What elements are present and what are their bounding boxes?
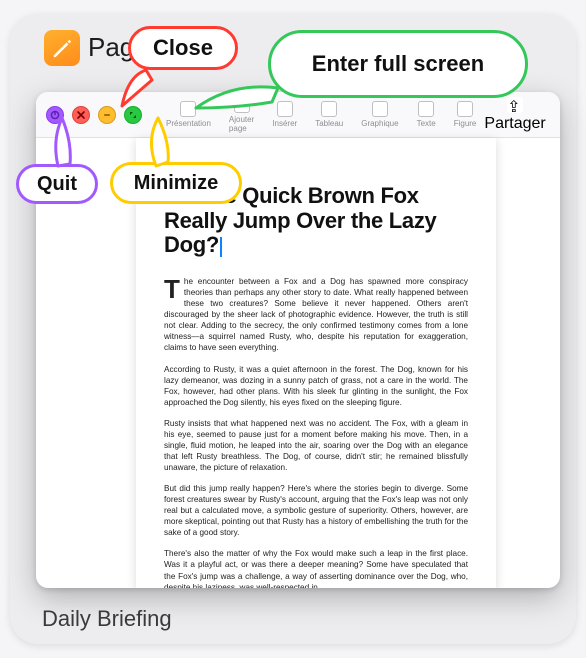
toolbar-item[interactable]: Tableau <box>315 101 343 128</box>
toolbar-items: Présentation Ajouter page Insérer Tablea… <box>166 97 476 133</box>
document-paragraph: Rusty insists that what happened next wa… <box>164 418 468 473</box>
document-headline: Did the Quick Brown Fox Really Jump Over… <box>164 184 468 258</box>
pages-app-icon <box>44 30 80 66</box>
toolbar-item[interactable]: Graphique <box>361 101 398 128</box>
document-paragraph: But did this jump really happen? Here's … <box>164 483 468 538</box>
quit-button[interactable] <box>46 106 64 124</box>
share-icon: ⇪ <box>507 97 523 113</box>
toolbar-item[interactable]: Ajouter page <box>229 97 254 133</box>
toolbar-item[interactable]: Figure <box>454 101 477 128</box>
document-paragraph: According to Rusty, it was a quiet after… <box>164 364 468 408</box>
fullscreen-button[interactable] <box>124 106 142 124</box>
toolbar-item[interactable]: Texte <box>417 101 436 128</box>
document-paragraph: There's also the matter of why the Fox w… <box>164 548 468 588</box>
document-page[interactable]: Daily Briefing Did the Quick Brown Fox R… <box>136 138 496 588</box>
document-kicker: Daily Briefing <box>164 164 468 180</box>
toolbar-item[interactable]: Insérer <box>272 101 297 128</box>
document-window: Présentation Ajouter page Insérer Tablea… <box>36 92 560 588</box>
app-name: Pag <box>88 32 134 63</box>
toolbar-right: ⇪Partager ❍Format ▭Document <box>484 97 560 133</box>
document-paragraph: The encounter between a Fox and a Dog ha… <box>164 276 468 353</box>
window-titlebar: Présentation Ajouter page Insérer Tablea… <box>36 92 560 138</box>
minimize-button[interactable] <box>98 106 116 124</box>
share-button[interactable]: ⇪Partager <box>484 97 545 133</box>
card-title: Daily Briefing <box>42 606 172 632</box>
close-button[interactable] <box>72 106 90 124</box>
toolbar-item[interactable]: Présentation <box>166 101 211 128</box>
